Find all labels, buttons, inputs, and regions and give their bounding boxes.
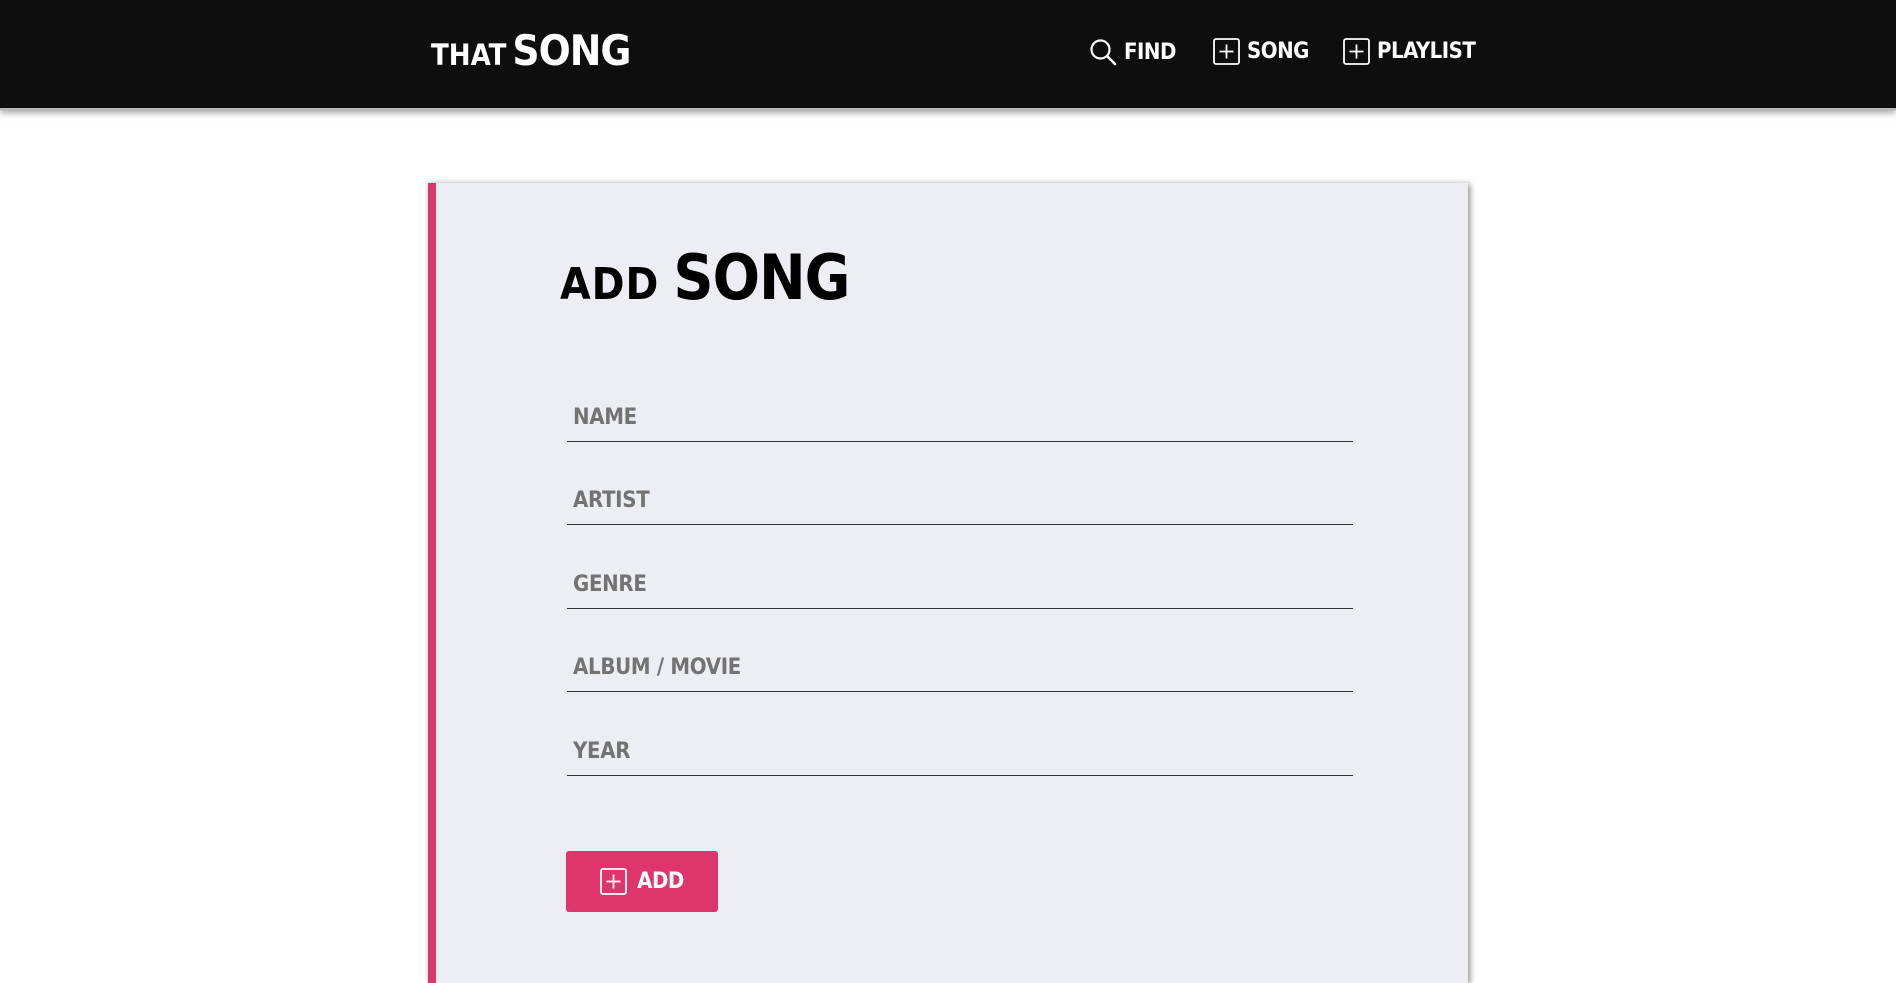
brand-small-text: THAT [431, 38, 507, 72]
nav-add-playlist-link[interactable]: PLAYLIST [1343, 38, 1476, 65]
plus-square-icon [1213, 38, 1240, 65]
page-title: ADD SONG [560, 247, 850, 310]
name-input[interactable] [567, 394, 1353, 442]
nav-find-link[interactable]: FIND [1089, 38, 1176, 66]
title-small-text: ADD [560, 259, 660, 310]
genre-input[interactable] [567, 561, 1353, 609]
nav-playlist-label: PLAYLIST [1377, 39, 1476, 64]
year-input[interactable] [567, 728, 1353, 776]
add-button-label: ADD [637, 869, 684, 894]
artist-input[interactable] [567, 477, 1353, 525]
title-large-text: SONG [673, 241, 850, 314]
plus-square-icon [600, 868, 628, 895]
brand-large-text: SONG [512, 26, 631, 75]
album-movie-input[interactable] [567, 644, 1353, 692]
top-navbar: THAT SONG FIND SONG PLAYLIST [0, 0, 1896, 110]
add-song-card: ADDSONG ADD [428, 183, 1468, 983]
plus-square-icon [1343, 38, 1370, 65]
add-song-button[interactable]: ADD [566, 851, 718, 912]
nav-song-label: SONG [1247, 39, 1309, 64]
nav-add-song-link[interactable]: SONG [1213, 38, 1309, 65]
brand-logo[interactable]: THAT SONG [431, 30, 631, 72]
nav-find-label: FIND [1124, 39, 1176, 65]
search-icon [1089, 38, 1117, 66]
